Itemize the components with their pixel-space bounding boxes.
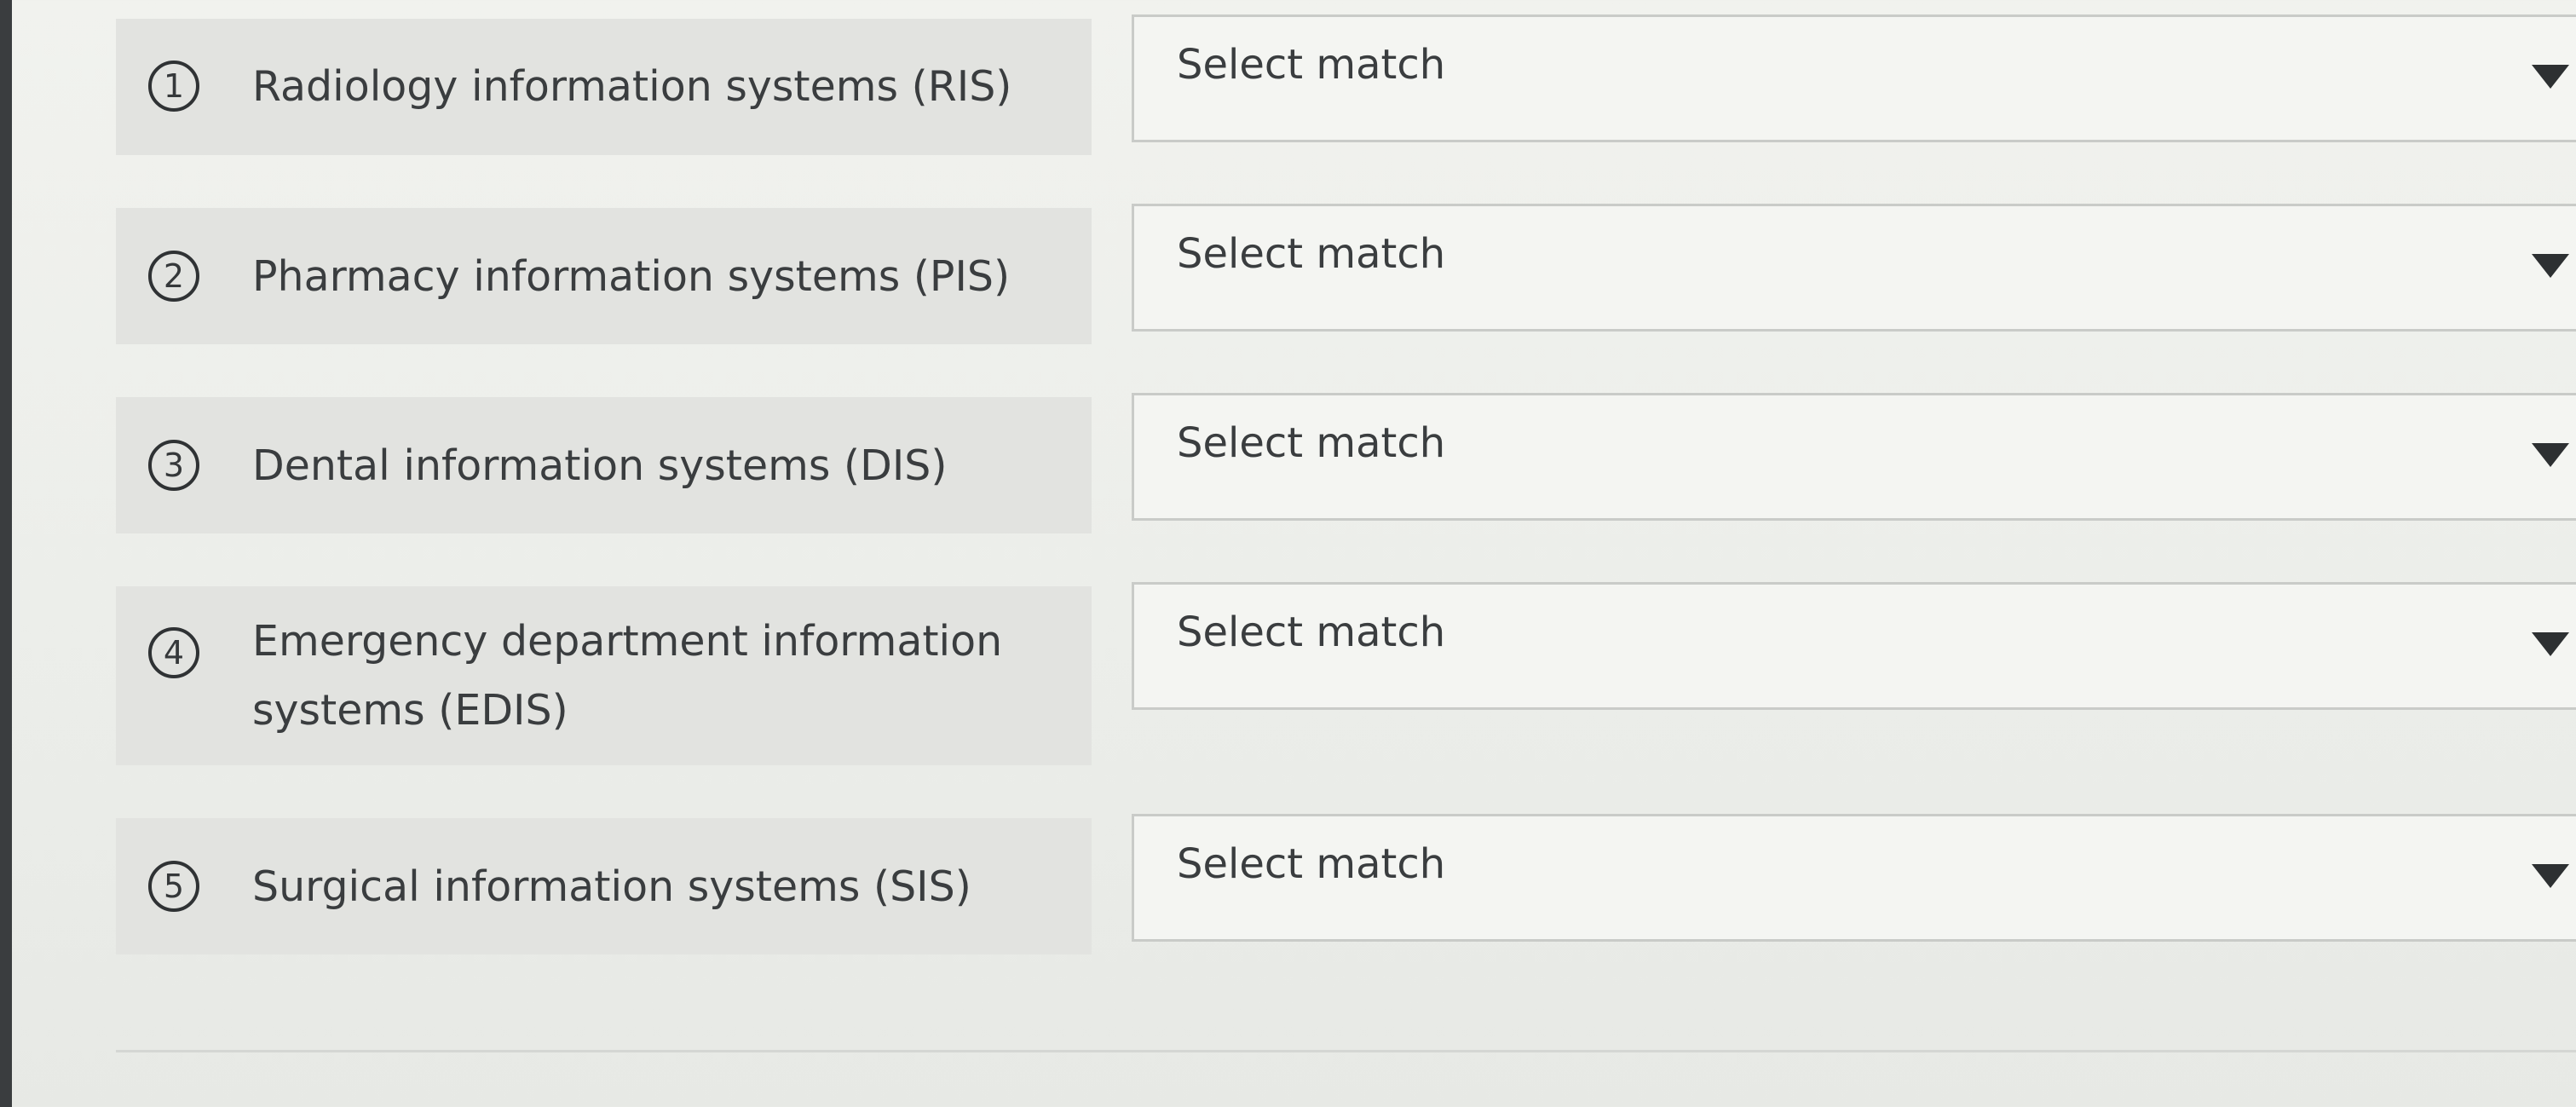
term-box-1: 1 Radiology information systems (RIS): [116, 19, 1092, 155]
match-select-3[interactable]: Select match: [1132, 393, 2576, 521]
chevron-down-icon[interactable]: [2532, 443, 2569, 467]
number-badge-5: 5: [148, 861, 199, 912]
select-value-4: Select match: [1177, 608, 1446, 656]
match-select-5[interactable]: Select match: [1132, 814, 2576, 942]
match-select-1[interactable]: Select match: [1132, 14, 2576, 142]
number-badge-2: 2: [148, 251, 199, 302]
term-box-3: 3 Dental information systems (DIS): [116, 397, 1092, 533]
chevron-down-icon[interactable]: [2532, 632, 2569, 656]
term-box-4: 4 Emergency department information syste…: [116, 586, 1092, 765]
match-select-4[interactable]: Select match: [1132, 582, 2576, 710]
term-label-1: Radiology information systems (RIS): [252, 62, 1012, 111]
number-badge-3: 3: [148, 440, 199, 491]
select-value-1: Select match: [1177, 41, 1446, 89]
term-label-4: Emergency department information systems…: [252, 617, 1003, 735]
chevron-down-icon[interactable]: [2532, 864, 2569, 888]
term-label-5: Surgical information systems (SIS): [252, 862, 971, 911]
number-badge-1: 1: [148, 61, 199, 112]
select-value-2: Select match: [1177, 230, 1446, 278]
match-select-2[interactable]: Select match: [1132, 204, 2576, 332]
section-divider: [116, 1050, 2576, 1052]
window-edge: [0, 0, 12, 1107]
term-box-2: 2 Pharmacy information systems (PIS): [116, 208, 1092, 344]
select-value-3: Select match: [1177, 419, 1446, 467]
number-badge-4: 4: [148, 627, 199, 678]
select-value-5: Select match: [1177, 840, 1446, 888]
chevron-down-icon[interactable]: [2532, 254, 2569, 278]
chevron-down-icon[interactable]: [2532, 65, 2569, 89]
term-box-5: 5 Surgical information systems (SIS): [116, 818, 1092, 954]
term-label-2: Pharmacy information systems (PIS): [252, 252, 1011, 301]
term-label-3: Dental information systems (DIS): [252, 441, 948, 490]
